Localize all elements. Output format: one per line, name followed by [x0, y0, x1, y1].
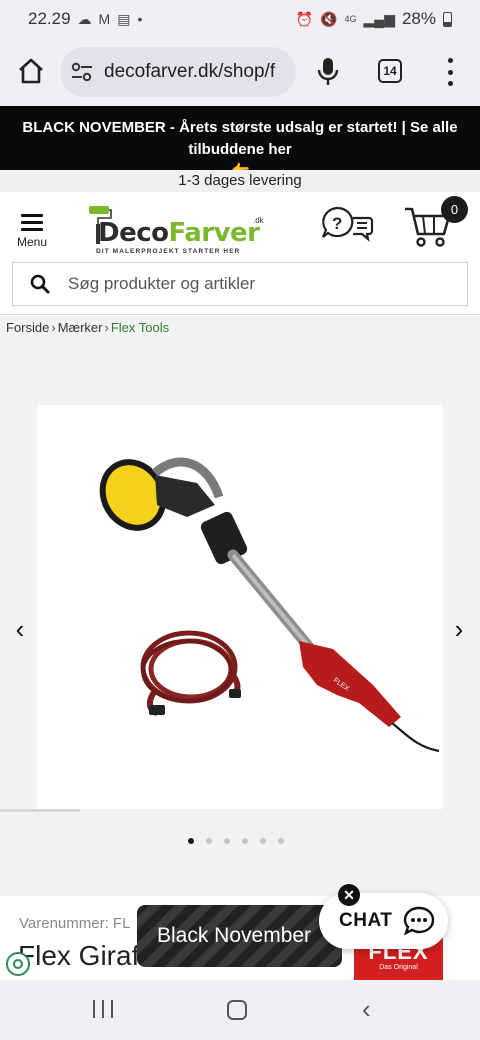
- battery-percent: 28%: [401, 9, 436, 28]
- mute-icon: 🔇: [320, 10, 338, 27]
- gallery-dot[interactable]: [278, 838, 284, 844]
- search-input[interactable]: [68, 274, 428, 294]
- gallery-scroll-indicator: [0, 809, 80, 812]
- gallery-dot[interactable]: [206, 838, 212, 844]
- chat-button[interactable]: CHAT: [319, 893, 448, 949]
- breadcrumb-item-flex-tools[interactable]: Flex Tools: [111, 320, 169, 335]
- menu-label: Menu: [16, 235, 48, 249]
- breadcrumb-separator: ›: [104, 320, 109, 335]
- data-icon: 4G: [344, 14, 357, 24]
- breadcrumb-item-home[interactable]: Forside: [6, 320, 49, 335]
- news-icon: ▤: [117, 10, 131, 27]
- address-bar[interactable]: decofarver.dk/shop/f: [60, 47, 296, 97]
- recent-apps-icon[interactable]: [93, 1000, 113, 1020]
- delivery-info: 1-3 dages levering: [0, 170, 480, 192]
- header-divider: [0, 314, 480, 315]
- black-november-banner[interactable]: Black November: [137, 905, 342, 967]
- breadcrumb-separator: ›: [51, 320, 56, 335]
- status-time: 22.29: [28, 9, 71, 28]
- gallery-dot[interactable]: [260, 838, 266, 844]
- signal-icon: ▂▄▆: [363, 10, 395, 27]
- breadcrumb-item-brands[interactable]: Mærker: [58, 320, 103, 335]
- tab-switcher-button[interactable]: 14: [378, 59, 402, 83]
- gmail-icon: M: [98, 11, 111, 27]
- logo-wordmark: DecoFarver: [98, 218, 260, 248]
- brand-sub: Das Original: [379, 964, 418, 971]
- chat-close-icon[interactable]: ✕: [338, 884, 360, 906]
- site-settings-icon[interactable]: [70, 61, 94, 83]
- microphone-icon[interactable]: [316, 56, 340, 88]
- menu-button[interactable]: Menu: [12, 212, 52, 252]
- cloud-icon: ☁: [77, 10, 92, 27]
- system-nav-bar: ‹: [0, 980, 480, 1040]
- sku-label: Varenummer: FL: [19, 915, 131, 932]
- nav-back-icon[interactable]: ‹: [362, 996, 371, 1022]
- site-logo[interactable]: DecoFarver .dk DIT MALERPROJEKT STARTER …: [88, 204, 266, 260]
- more-menu-icon[interactable]: [440, 58, 460, 86]
- chat-bubble-icon: [404, 906, 435, 936]
- gallery-dots: [188, 838, 284, 844]
- status-bar: 22.29 ☁ M ▤ • ⏰ 🔇 4G ▂▄▆ 28%: [0, 0, 480, 38]
- breadcrumb: Forside › Mærker › Flex Tools: [6, 320, 169, 335]
- promo-text: BLACK NOVEMBER - Årets største udsalg er…: [22, 119, 458, 158]
- nav-home-icon[interactable]: [227, 1000, 247, 1020]
- gallery-dot[interactable]: [188, 838, 194, 844]
- url-text: decofarver.dk/shop/f: [104, 61, 276, 82]
- page: 22.29 ☁ M ▤ • ⏰ 🔇 4G ▂▄▆ 28% decofarver.…: [0, 0, 480, 1040]
- cookie-settings-icon[interactable]: [6, 952, 30, 976]
- logo-farver: Farver: [168, 218, 261, 248]
- svg-text:?: ?: [332, 214, 342, 233]
- logo-tagline: DIT MALERPROJEKT STARTER HER: [96, 248, 241, 255]
- gallery-prev-arrow[interactable]: ‹: [8, 614, 32, 645]
- promo-banner[interactable]: BLACK NOVEMBER - Årets største udsalg er…: [0, 106, 480, 180]
- banner-text: Black November: [157, 924, 312, 947]
- customer-service-icon[interactable]: ?: [320, 206, 374, 242]
- product-image[interactable]: FLEX: [37, 405, 443, 809]
- browser-toolbar: decofarver.dk/shop/f 14: [0, 38, 480, 106]
- gallery-dot[interactable]: [224, 838, 230, 844]
- dot-icon: •: [137, 11, 143, 27]
- search-bar[interactable]: [12, 262, 468, 306]
- chat-label: CHAT: [339, 910, 393, 931]
- wall-sander-illustration: FLEX: [99, 457, 440, 753]
- gallery-next-arrow[interactable]: ›: [447, 614, 471, 645]
- gallery-dot[interactable]: [242, 838, 248, 844]
- battery-icon: [443, 11, 452, 27]
- site-header: Menu DecoFarver .dk DIT MALERPROJEKT STA…: [0, 192, 480, 316]
- home-icon[interactable]: [16, 56, 46, 86]
- logo-deco: Deco: [98, 218, 169, 248]
- hamburger-icon: [21, 214, 43, 231]
- search-icon[interactable]: [30, 274, 50, 294]
- cart-count-badge: 0: [441, 196, 468, 223]
- logo-dk: .dk: [253, 216, 264, 225]
- alarm-icon: ⏰: [295, 10, 314, 27]
